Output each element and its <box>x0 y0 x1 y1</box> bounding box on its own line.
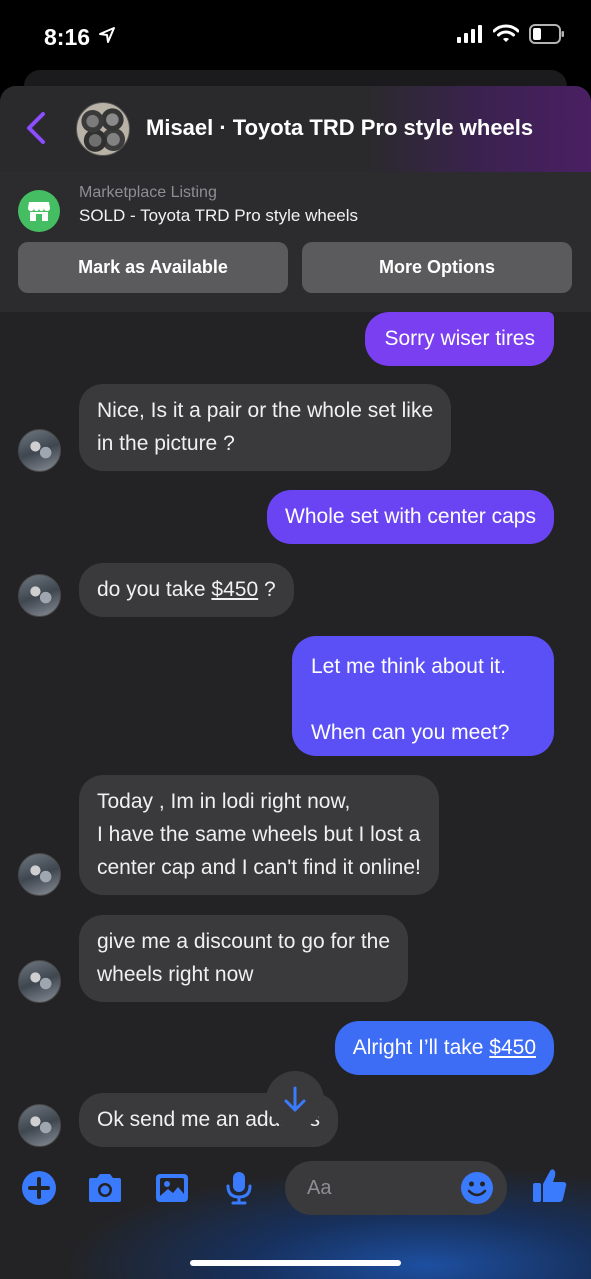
message-bubble-incoming[interactable]: do you take $450 ? <box>79 563 294 617</box>
plus-icon <box>22 1171 56 1205</box>
messenger-chat: Misael · Toyota TRD Pro style wheels Mar… <box>0 86 591 1279</box>
message-text: Sorry wiser tires <box>384 327 535 350</box>
message-text: Alright I’ll take <box>352 1036 490 1059</box>
home-indicator[interactable] <box>190 1260 401 1266</box>
sender-avatar[interactable] <box>18 429 61 472</box>
message-bubble-outgoing[interactable]: Let me think about it. When can you meet… <box>292 636 554 756</box>
message-text-line: When can you meet? <box>311 721 510 744</box>
gallery-icon <box>156 1174 188 1202</box>
message-text-line: center cap and I can't find it online! <box>97 856 421 879</box>
listing-title[interactable]: SOLD - Toyota TRD Pro style wheels <box>79 206 358 226</box>
more-options-button[interactable]: More Options <box>302 242 572 293</box>
signal-icon <box>457 25 482 43</box>
message-bubble-outgoing[interactable]: Whole set with center caps <box>267 490 554 544</box>
message-bubble-incoming[interactable]: Nice, Is it a pair or the whole set like… <box>79 384 452 471</box>
marketplace-listing-banner: Marketplace Listing SOLD - Toyota TRD Pr… <box>0 172 591 312</box>
sender-avatar[interactable] <box>18 1104 61 1147</box>
message-text: ? <box>258 578 276 601</box>
message-text-line: wheels right now <box>97 963 254 986</box>
message-bubble-incoming[interactable]: Today , Im in lodi right now, I have the… <box>79 775 439 895</box>
listing-caption: Marketplace Listing <box>79 184 217 201</box>
marketplace-store-icon <box>18 190 60 232</box>
location-arrow-icon <box>99 27 115 43</box>
sender-avatar[interactable] <box>18 574 61 617</box>
microphone-icon <box>226 1172 252 1205</box>
emoji-icon[interactable] <box>460 1171 494 1205</box>
sender-avatar[interactable] <box>18 960 61 1003</box>
mark-as-available-button[interactable]: Mark as Available <box>18 242 288 293</box>
message-text-line: Nice, Is it a pair or the whole set like <box>97 399 434 422</box>
gallery-button[interactable] <box>153 1169 191 1207</box>
message-text: do you take <box>97 578 212 601</box>
camera-button[interactable] <box>86 1169 124 1207</box>
sender-avatar[interactable] <box>18 853 61 896</box>
message-text-line: in the picture ? <box>97 432 235 455</box>
price-link[interactable]: $450 <box>211 578 258 601</box>
status-bar: 8:16 <box>0 0 591 72</box>
status-icons <box>457 24 565 44</box>
conversation-title[interactable]: Misael · Toyota TRD Pro style wheels <box>146 115 533 141</box>
message-text: Whole set with center caps <box>285 505 536 528</box>
message-text-line: Today , Im in lodi right now, <box>97 790 351 813</box>
message-text-line: I have the same wheels but I lost a <box>97 823 421 846</box>
like-button[interactable] <box>531 1167 569 1205</box>
back-chevron-icon <box>27 112 45 144</box>
message-list[interactable]: Sorry wiser tires Nice, Is it a pair or … <box>0 312 591 1152</box>
back-button[interactable] <box>22 110 50 146</box>
voice-message-button[interactable] <box>220 1169 258 1207</box>
arrow-down-icon <box>284 1086 306 1112</box>
message-bubble-outgoing[interactable]: Sorry wiser tires <box>365 312 554 366</box>
wifi-icon <box>493 24 519 42</box>
chat-header: Misael · Toyota TRD Pro style wheels <box>0 86 591 172</box>
status-time: 8:16 <box>44 24 91 50</box>
message-text-line: give me a discount to go for the <box>97 930 391 953</box>
message-text-line: Let me think about it. <box>311 655 506 678</box>
camera-icon <box>89 1174 121 1202</box>
more-actions-button[interactable] <box>20 1169 58 1207</box>
message-bubble-incoming[interactable]: give me a discount to go for the wheels … <box>79 915 409 1002</box>
message-bubble-outgoing[interactable]: Alright I’ll take $450 <box>334 1021 554 1075</box>
contact-avatar[interactable] <box>76 102 130 156</box>
price-link[interactable]: $450 <box>489 1036 536 1059</box>
battery-icon <box>529 24 564 44</box>
thumbs-up-icon <box>533 1169 567 1202</box>
scroll-to-bottom-button[interactable] <box>266 1071 324 1129</box>
